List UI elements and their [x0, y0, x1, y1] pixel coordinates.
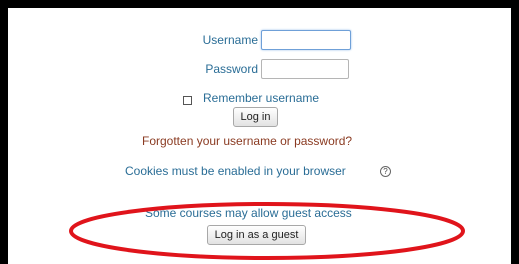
forgot-password-link[interactable]: Forgotten your username or password?: [142, 134, 352, 148]
username-label: Username: [202, 33, 258, 47]
username-input[interactable]: [261, 30, 351, 50]
password-label: Password: [205, 62, 258, 76]
login-button[interactable]: Log in: [233, 107, 278, 127]
remember-username-checkbox[interactable]: [183, 96, 192, 105]
red-highlight-ellipse: [69, 202, 465, 260]
password-input[interactable]: [261, 59, 349, 79]
question-circle-icon[interactable]: ?: [380, 166, 391, 177]
remember-username-label[interactable]: Remember username: [203, 91, 319, 105]
login-panel: Username Password Remember username Log …: [8, 8, 511, 264]
cookies-notice: Cookies must be enabled in your browser: [125, 164, 346, 178]
